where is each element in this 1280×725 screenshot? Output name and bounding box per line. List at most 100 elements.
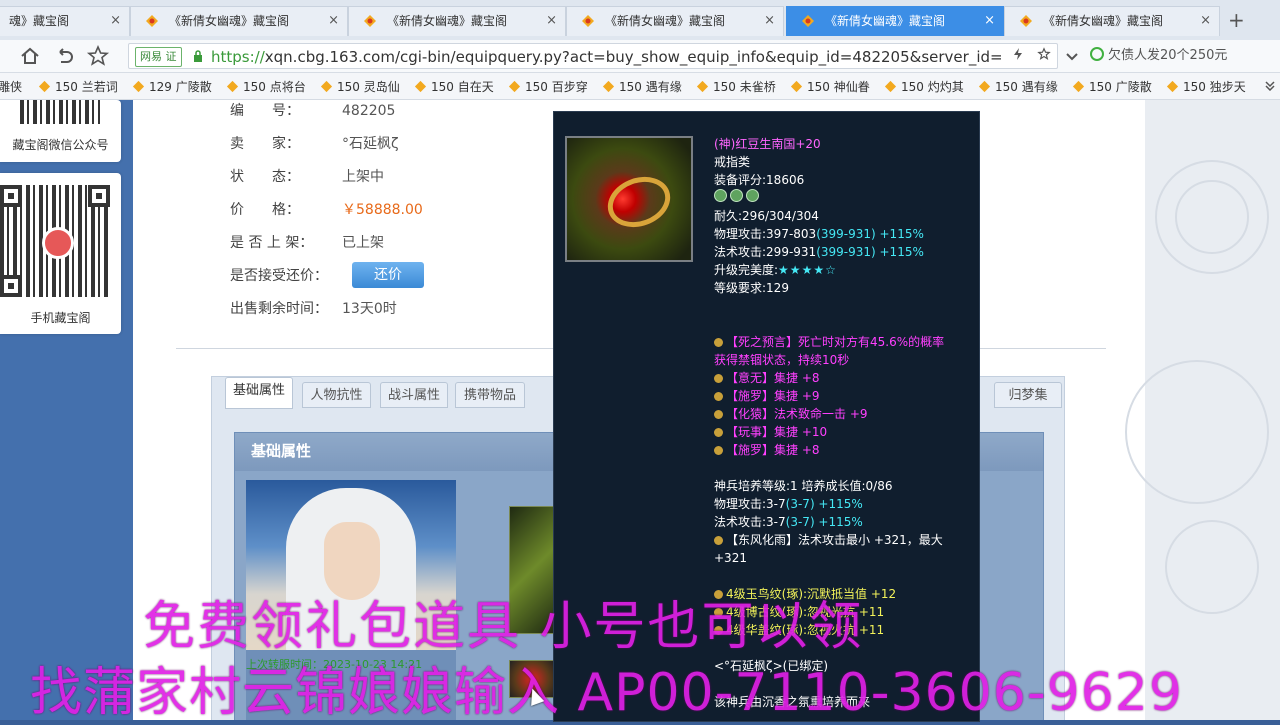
bookmark-favicon-icon: [414, 80, 427, 93]
bookmark-item[interactable]: 150 点将台: [226, 78, 306, 95]
offer-label: 是否接受还价：: [230, 268, 328, 284]
divine-weapon-stats: 神兵培养等级:1 培养成长值:0/86 物理攻击:3-7(3-7) +115% …: [714, 477, 943, 567]
bookmark-item[interactable]: 150 独步天: [1166, 78, 1246, 95]
skill-line-cont: +321: [714, 551, 747, 565]
time-left-row: 出售剩余时间： 13天0时: [230, 298, 397, 318]
status-label: 状 态：: [230, 169, 300, 185]
effect-bullet-icon: [714, 428, 723, 437]
bookmark-item[interactable]: 雕侠: [0, 78, 22, 95]
effect-line: 【玩事】集捷 +10: [714, 423, 944, 441]
favorite-star-icon[interactable]: [1037, 47, 1051, 61]
chevron-down-icon[interactable]: [1060, 44, 1084, 68]
effect-bullet-icon: [714, 374, 723, 383]
ring-item-image: [565, 136, 693, 262]
bookmark-item[interactable]: 150 灼灼其: [884, 78, 964, 95]
browser-tab[interactable]: 《新倩女幽魂》藏宝阁 ×: [566, 6, 784, 36]
browser-tab[interactable]: 《新倩女幽魂》藏宝阁 ×: [1004, 6, 1220, 36]
bookmark-item[interactable]: 150 未雀桥: [696, 78, 776, 95]
listed-label: 是 否 上 架：: [230, 235, 314, 251]
counter-offer-button[interactable]: 还价: [352, 262, 424, 288]
effect-line: 【死之预言】死亡时对方有45.6%的概率: [714, 333, 944, 351]
bookmark-item[interactable]: 150 百步穿: [508, 78, 588, 95]
wechat-qr-card: 藏宝阁微信公众号: [0, 100, 121, 162]
item-durability: 耐久:296/304/304: [714, 209, 819, 223]
bookmark-favicon-icon: [602, 80, 615, 93]
weapon-phys-line: 物理攻击:3-7(3-7) +115%: [714, 497, 863, 511]
item-name: (神)红豆生南国+20: [714, 137, 821, 151]
more-bookmarks-icon[interactable]: [1264, 79, 1276, 91]
lightning-icon[interactable]: [1011, 47, 1025, 61]
new-tab-button[interactable]: +: [1228, 8, 1245, 32]
offer-row: 是否接受还价：: [230, 265, 342, 285]
browser-tab-bar: 魂》藏宝阁 × 《新倩女幽魂》藏宝阁 × 《新倩女幽魂》藏宝阁 × 《新倩女幽魂…: [0, 0, 1280, 41]
item-score: 装备评分:18606: [714, 173, 805, 187]
gem-slot-icon: [730, 189, 743, 202]
bookmark-favicon-icon: [38, 80, 51, 93]
tab-title: 魂》藏宝阁: [9, 14, 70, 28]
effect-bullet-icon: [714, 410, 723, 419]
bookmark-item[interactable]: 150 神仙眷: [790, 78, 870, 95]
tab-combat-attributes[interactable]: 战斗属性: [380, 382, 448, 408]
tab-close-icon[interactable]: ×: [328, 7, 339, 35]
item-type: 戒指类: [714, 155, 751, 169]
browser-tab-active[interactable]: 《新倩女幽魂》藏宝阁 ×: [786, 6, 1004, 36]
address-toolbar: 网易 证 https://xqn.cbg.163.com/cgi-bin/equ…: [0, 40, 1280, 73]
tab-title: 《新倩女幽魂》藏宝阁: [825, 14, 946, 28]
mag-attack-line: 法术攻击:299-931(399-931) +115%: [714, 245, 924, 259]
level-requirement: 等级要求:129: [714, 281, 789, 295]
tab-resistances[interactable]: 人物抗性: [302, 382, 371, 408]
skill-line: 【东风化雨】法术攻击最小 +321，最大: [714, 531, 943, 549]
bookmark-item[interactable]: 150 自在天: [414, 78, 494, 95]
undo-icon[interactable]: [52, 44, 76, 68]
price-label: 价 格：: [230, 202, 300, 218]
effect-line: 【施罗】集捷 +9: [714, 387, 944, 405]
tab-title: 《新倩女幽魂》藏宝阁: [605, 14, 726, 28]
browser-tab[interactable]: 魂》藏宝阁 ×: [0, 6, 130, 36]
cbg-favicon-icon: [364, 15, 376, 27]
home-icon[interactable]: [18, 44, 42, 68]
bookmark-item[interactable]: 129 广陵散: [132, 78, 212, 95]
bookmark-favicon-icon: [1166, 80, 1179, 93]
browser-tab[interactable]: 《新倩女幽魂》藏宝阁 ×: [348, 6, 566, 36]
item-id-row: 编 号： 482205: [230, 100, 395, 120]
time-left-label: 出售剩余时间：: [230, 301, 328, 317]
browser-tab[interactable]: 《新倩女幽魂》藏宝阁 ×: [130, 6, 348, 36]
weapon-level: 神兵培养等级:1 培养成长值:0/86: [714, 479, 893, 493]
promo-overlay-line1: 免费领礼包道具 小号也可以领: [143, 597, 864, 657]
bookmark-item[interactable]: 150 兰若词: [38, 78, 118, 95]
tab-close-icon[interactable]: ×: [1200, 7, 1211, 35]
listed-value: 已上架: [342, 235, 384, 251]
price-row: 价 格： ￥58888.00: [230, 199, 423, 219]
bookmark-item[interactable]: 150 遇有缘: [978, 78, 1058, 95]
effect-line: 获得禁锢状态，持续10秒: [714, 353, 850, 367]
tab-basic-attributes[interactable]: 基础属性: [225, 377, 293, 409]
decorative-side-panel: [1125, 100, 1280, 720]
effect-bullet-icon: [714, 446, 723, 455]
effect-line: 【施罗】集捷 +8: [714, 441, 944, 459]
time-left-value: 13天0时: [342, 301, 397, 317]
mobile-qr-label: 手机藏宝阁: [30, 311, 91, 325]
url-bar[interactable]: 网易 证 https://xqn.cbg.163.com/cgi-bin/equ…: [128, 43, 1058, 69]
effect-line: 【意无】集捷 +8: [714, 369, 944, 387]
bookmark-favicon-icon: [508, 80, 521, 93]
bookmark-item[interactable]: 150 广陵散: [1072, 78, 1152, 95]
gem-slot-icon: [714, 189, 727, 202]
bookmark-item[interactable]: 150 灵岛仙: [320, 78, 400, 95]
star-bookmark-icon[interactable]: [86, 44, 110, 68]
seller-row: 卖 家： °石延枫ζ: [230, 133, 399, 153]
effect-bullet-icon: [714, 536, 723, 545]
tab-close-icon[interactable]: ×: [984, 7, 995, 35]
gem-slots: [714, 189, 924, 207]
seller-value[interactable]: °石延枫ζ: [342, 136, 399, 152]
tab-close-icon[interactable]: ×: [546, 7, 557, 35]
tab-carried-items[interactable]: 携带物品: [455, 382, 525, 408]
tab-close-icon[interactable]: ×: [764, 7, 775, 35]
weapon-mag-line: 法术攻击:3-7(3-7) +115%: [714, 515, 863, 529]
tab-close-icon[interactable]: ×: [110, 7, 121, 35]
effect-bullet-icon: [714, 338, 723, 347]
gem-slot-icon: [746, 189, 759, 202]
bookmark-item[interactable]: 150 遇有缘: [602, 78, 682, 95]
wechat-qr-label: 藏宝阁微信公众号: [12, 138, 109, 152]
search-box[interactable]: 欠债人发20个250元: [1090, 43, 1276, 69]
tab-guimeng[interactable]: 归梦集: [994, 382, 1062, 408]
